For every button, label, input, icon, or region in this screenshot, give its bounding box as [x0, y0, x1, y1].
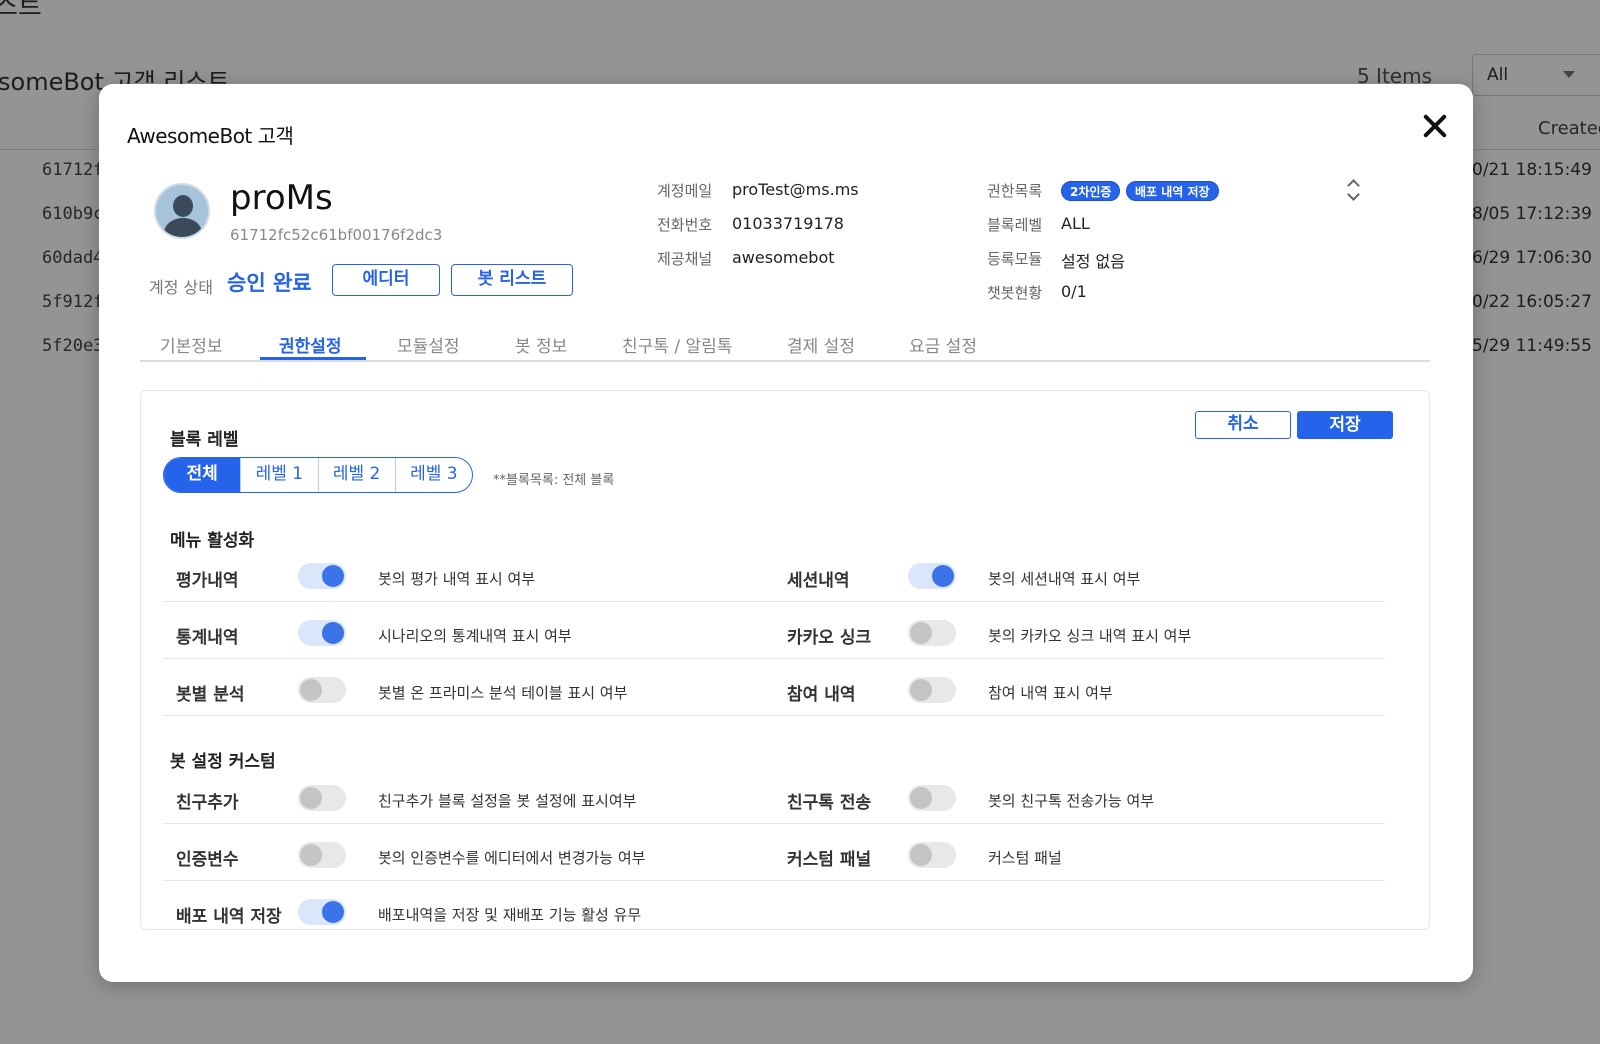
- tab-payment-settings[interactable]: 결제 설정: [787, 332, 855, 357]
- avatar-head: [173, 195, 193, 217]
- option-description: 봇의 평가 내역 표시 여부: [378, 570, 536, 588]
- block-level-value: ALL: [1061, 214, 1090, 233]
- block-level-all[interactable]: 전체: [164, 458, 241, 492]
- option-description: 배포내역을 저장 및 재배포 기능 활성 유무: [378, 906, 642, 924]
- option-label: 참여 내역: [787, 685, 856, 705]
- toggle-knob: [910, 844, 932, 866]
- channel-label: 제공채널: [657, 250, 713, 268]
- channel-value: awesomebot: [732, 248, 835, 267]
- option-label: 배포 내역 저장: [176, 907, 282, 927]
- option-description: 봇의 인증변수를 에디터에서 변경가능 여부: [378, 849, 646, 867]
- option-description: 친구추가 블록 설정을 봇 설정에 표시여부: [378, 792, 637, 810]
- chatbot-status-value: 0/1: [1061, 282, 1087, 301]
- tab-bar: 기본정보 권한설정 모듈설정 봇 정보 친구톡 / 알림톡 결제 설정 요금 설…: [140, 324, 1430, 362]
- option-label: 통계내역: [176, 628, 239, 648]
- option-description: 봇의 카카오 싱크 내역 표시 여부: [988, 627, 1192, 645]
- email-label: 계정메일: [657, 182, 713, 200]
- block-level-label: 블록레벨: [987, 216, 1043, 234]
- active-tab-indicator: [260, 357, 366, 360]
- toggle-knob: [910, 787, 932, 809]
- option-description: 커스텀 패널: [988, 849, 1062, 867]
- option-description: 봇별 온 프라미스 분석 테이블 표시 여부: [378, 684, 628, 702]
- tab-friendtalk[interactable]: 친구톡 / 알림톡: [622, 332, 732, 357]
- toggle-switch[interactable]: [298, 899, 346, 925]
- permission-badge: 2차인증: [1061, 181, 1121, 201]
- toggle-switch[interactable]: [298, 842, 346, 868]
- account-status-value: 승인 완료: [227, 271, 312, 295]
- cancel-button[interactable]: 취소: [1195, 411, 1291, 439]
- block-level-3[interactable]: 레벨 3: [394, 458, 472, 492]
- email-value: proTest@ms.ms: [732, 180, 859, 199]
- toggle-knob: [300, 844, 322, 866]
- modal-title: AwesomeBot 고객: [127, 124, 294, 148]
- block-level-title: 블록 레벨: [170, 430, 239, 450]
- option-label: 카카오 싱크: [787, 628, 872, 648]
- block-list-note: **블록목록: 전체 블록: [493, 473, 615, 488]
- option-description: 참여 내역 표시 여부: [988, 684, 1113, 702]
- user-name: proMs: [230, 178, 333, 218]
- toggle-knob: [910, 622, 932, 644]
- toggle-knob: [300, 787, 322, 809]
- toggle-switch[interactable]: [298, 677, 346, 703]
- row-divider: [163, 823, 1385, 824]
- option-label: 친구추가: [176, 793, 239, 813]
- account-status-label: 계정 상태: [149, 278, 213, 297]
- avatar: [154, 183, 210, 239]
- toggle-switch[interactable]: [298, 620, 346, 646]
- permission-list-label: 권한목록: [987, 182, 1043, 200]
- editor-button[interactable]: 에디터: [332, 264, 440, 296]
- toggle-switch[interactable]: [298, 785, 346, 811]
- chatbot-status-label: 챗봇현황: [987, 284, 1043, 302]
- toggle-switch[interactable]: [908, 620, 956, 646]
- toggle-knob: [300, 679, 322, 701]
- phone-label: 전화번호: [657, 216, 713, 234]
- tab-pricing-settings[interactable]: 요금 설정: [909, 332, 977, 357]
- toggle-switch[interactable]: [908, 842, 956, 868]
- option-label: 봇별 분석: [176, 685, 245, 705]
- tab-module-settings[interactable]: 모듈설정: [397, 332, 460, 357]
- option-label: 커스텀 패널: [787, 850, 872, 870]
- avatar-body: [164, 218, 202, 237]
- module-label: 등록모듈: [987, 250, 1043, 268]
- option-label: 인증변수: [176, 850, 239, 870]
- bot-settings-title: 봇 설정 커스텀: [170, 752, 276, 772]
- toggle-knob: [910, 679, 932, 701]
- option-description: 봇의 세션내역 표시 여부: [988, 570, 1141, 588]
- toggle-switch[interactable]: [908, 563, 956, 589]
- option-label: 친구톡 전송: [787, 793, 872, 813]
- toggle-switch[interactable]: [298, 563, 346, 589]
- customer-modal: AwesomeBot 고객 proMs 61712fc52c61bf00176f…: [99, 84, 1473, 982]
- block-level-2[interactable]: 레벨 2: [317, 458, 395, 492]
- phone-value: 01033719178: [732, 214, 844, 233]
- row-divider: [163, 880, 1385, 881]
- sort-toggle-icon[interactable]: [1347, 178, 1361, 202]
- permission-badge: 배포 내역 저장: [1126, 181, 1219, 201]
- module-value: 설정 없음: [1061, 252, 1125, 271]
- option-label: 세션내역: [787, 571, 850, 591]
- row-divider: [163, 601, 1385, 602]
- toggle-switch[interactable]: [908, 677, 956, 703]
- option-description: 봇의 친구톡 전송가능 여부: [988, 792, 1155, 810]
- toggle-switch[interactable]: [908, 785, 956, 811]
- option-description: 시나리오의 통계내역 표시 여부: [378, 627, 572, 645]
- toggle-knob: [322, 901, 344, 923]
- toggle-knob: [322, 622, 344, 644]
- user-id: 61712fc52c61bf00176f2dc3: [230, 226, 443, 244]
- tab-basic-info[interactable]: 기본정보: [160, 332, 223, 357]
- permissions-panel: 블록 레벨 취소 저장 전체 레벨 1 레벨 2 레벨 3 **블록목록: 전체…: [140, 390, 1430, 930]
- close-icon[interactable]: [1421, 112, 1449, 140]
- row-divider: [163, 658, 1385, 659]
- block-level-1[interactable]: 레벨 1: [240, 458, 317, 492]
- save-button[interactable]: 저장: [1297, 411, 1393, 439]
- row-divider: [163, 715, 1385, 716]
- menu-activation-title: 메뉴 활성화: [170, 531, 255, 551]
- tab-bot-info[interactable]: 봇 정보: [515, 332, 567, 357]
- toggle-knob: [322, 565, 344, 587]
- block-level-selector: 전체 레벨 1 레벨 2 레벨 3: [163, 457, 473, 493]
- toggle-knob: [932, 565, 954, 587]
- bot-list-button[interactable]: 봇 리스트: [451, 264, 573, 296]
- option-label: 평가내역: [176, 571, 239, 591]
- tab-permissions[interactable]: 권한설정: [279, 332, 342, 357]
